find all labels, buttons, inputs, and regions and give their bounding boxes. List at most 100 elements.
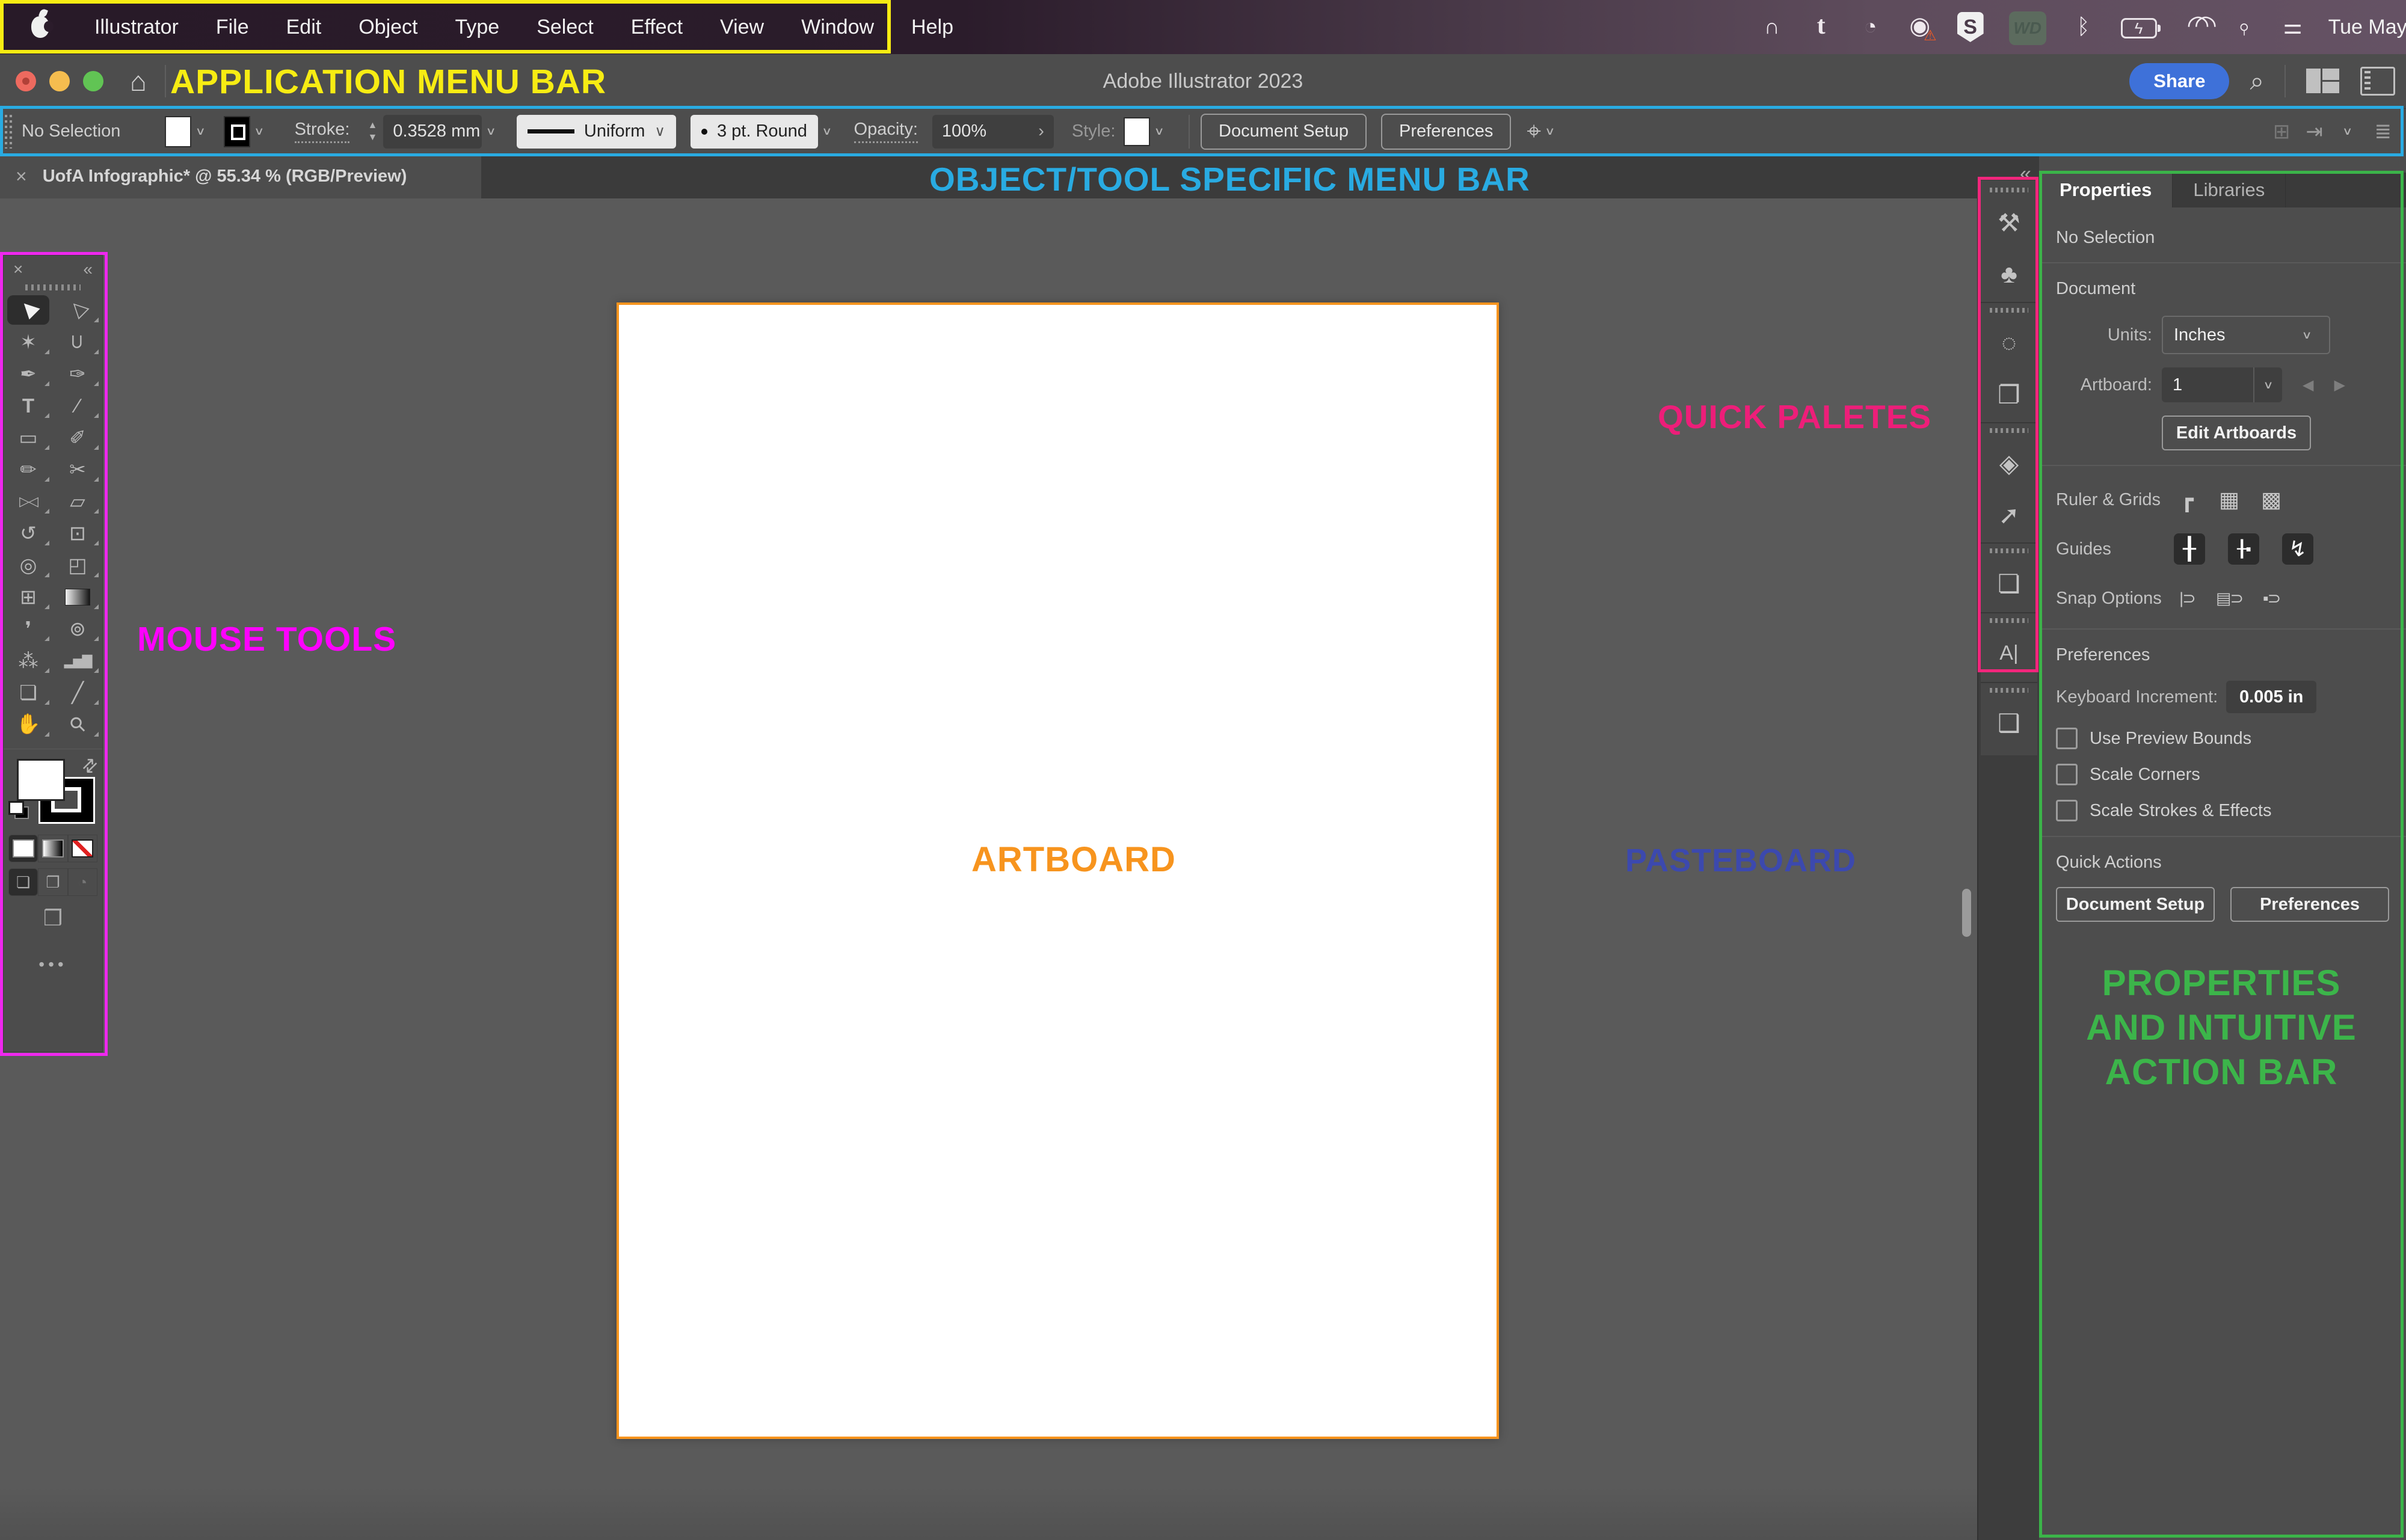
stroke-color-swatch[interactable] [224,115,251,147]
none-button[interactable] [67,835,97,862]
panel-grip[interactable] [25,284,81,290]
gradient-tool[interactable] [53,581,102,613]
home-icon[interactable]: ⌂ [130,65,147,97]
screen-mode-button[interactable]: ❒ [4,906,102,931]
checkbox[interactable] [2056,764,2078,785]
pasteboard[interactable] [0,198,1977,1540]
quick-action-preferences-button[interactable]: Preferences [2230,887,2389,922]
chevron-down-icon[interactable]: ∨ [2342,125,2353,138]
menu-item[interactable]: Edit [286,16,322,38]
brushes-panel-icon[interactable]: ⚒ [1981,183,2037,249]
selection-properties-icon[interactable]: ◌ [1981,302,2037,369]
rotate-tool[interactable]: ↺ [4,517,53,549]
checkbox[interactable] [2056,800,2078,821]
minimize-window-button[interactable] [49,71,70,91]
chevron-down-icon[interactable]: ∨ [1154,125,1165,138]
swap-fill-stroke-icon[interactable]: ⇄ [77,753,103,779]
lock-guides-icon[interactable]: ╂▪ [2228,533,2259,565]
snap-to-grid-icon[interactable]: ▤⊃ [2216,583,2244,614]
hand-tool[interactable]: ✋ [4,708,53,740]
panel-menu-icon[interactable]: ≣ [2375,120,2392,144]
artboards-panel-icon[interactable]: ❐ [1981,369,2037,420]
mesh-tool[interactable]: ⊞ [4,581,53,613]
blend-tool[interactable]: ⊚ [53,613,102,645]
rectangle-tool[interactable]: ▭ [4,422,53,453]
layers-panel-icon[interactable]: ◈ [1981,422,2037,489]
menu-item[interactable]: File [216,16,249,38]
scissors-tool[interactable]: ✂ [53,453,102,485]
transform-panel-icon[interactable]: ❏ [1981,542,2037,610]
spotlight-search-icon[interactable]: ⌕ [2226,9,2261,44]
character-panel-icon[interactable]: A| [1981,612,2037,680]
artboard[interactable] [617,302,1499,1439]
previous-artboard-icon[interactable]: ◀ [2303,376,2313,394]
shape-builder-tool[interactable]: ◎ [4,549,53,581]
slice-tool[interactable]: ╱ [53,676,102,708]
tab-properties[interactable]: Properties [2039,173,2173,207]
width-profile-dropdown[interactable]: Uniform ∨ [516,114,676,149]
stroke-weight-stepper[interactable]: ▲ ▼ [368,120,377,143]
touch-workspace-icon[interactable]: ⊞ [2273,120,2291,144]
gradient-button[interactable] [38,835,68,862]
show-grid-icon[interactable]: ▦ [2216,484,2242,515]
bluetooth-icon[interactable]: ᛒ [2072,14,2096,39]
wifi-icon[interactable]: ◠◠ [2182,10,2217,40]
column-graph-tool[interactable]: ▂▅▇ [53,645,102,676]
menu-item[interactable]: Effect [631,16,683,38]
wd-badge-icon[interactable]: WD [2008,11,2046,45]
next-artboard-icon[interactable]: ▶ [2334,376,2345,394]
menu-item[interactable]: Help [911,16,953,38]
align-options-icon[interactable]: ⌖ [1527,117,1541,146]
draw-normal-button[interactable]: ❏ [8,868,38,896]
pen-tool[interactable]: ✒ [4,358,53,390]
control-center-icon[interactable]: ⚌ [2281,14,2305,39]
menu-item[interactable]: Object [358,16,417,38]
stroke-link[interactable]: Stroke: [294,120,350,143]
symbols-panel-icon[interactable]: ♣ [1981,249,2037,299]
s-shield-icon[interactable]: S [1957,12,1984,42]
shear-tool[interactable]: ▱ [53,485,102,517]
preferences-button[interactable]: Preferences [1381,113,1512,150]
show-rulers-icon[interactable]: ┏ [2174,484,2200,515]
apple-menu-icon[interactable] [31,16,54,38]
perspective-grid-tool[interactable]: ◰ [53,549,102,581]
artboard-dropdown-chevron[interactable]: ∨ [2253,367,2282,402]
arrange-documents-icon[interactable] [2360,67,2395,96]
fill-swatch[interactable] [17,759,65,801]
close-tab-icon[interactable]: × [16,165,27,188]
snap-to-point-icon[interactable]: |⊃ [2174,583,2200,614]
smart-guides-icon[interactable]: ↯ [2282,533,2313,565]
brush-definition-dropdown[interactable]: 3 pt. Round [690,114,818,149]
creative-cloud-warning-icon[interactable]: ◉ [1908,12,1936,44]
edit-toolbar-dots[interactable]: ••• [4,955,102,974]
workspace-switcher-icon[interactable] [2306,69,2340,94]
line-segment-tool[interactable]: ∕ [53,390,102,422]
pencil-tool[interactable]: ✏ [4,453,53,485]
close-window-button[interactable] [16,71,36,91]
lasso-tool[interactable]: ⊃ [53,326,102,358]
chevron-down-icon[interactable]: ∨ [195,125,206,138]
document-setup-button[interactable]: Document Setup [1201,113,1367,150]
checkbox[interactable] [2056,728,2078,749]
menu-item[interactable]: Type [455,16,499,38]
asset-export-panel-icon[interactable]: ➚ [1981,489,2037,540]
direct-selection-tool[interactable]: ▷ [53,294,102,326]
menu-item[interactable]: Window [801,16,874,38]
search-icon[interactable]: ⌕ [2250,67,2264,96]
chevron-down-icon[interactable]: ∨ [1545,125,1555,138]
chevron-down-icon[interactable]: ∨ [254,125,265,138]
edit-artboards-button[interactable]: Edit Artboards [2162,416,2311,450]
appearance-panel-icon[interactable]: ❑ [1981,682,2037,749]
menu-bar-clock[interactable]: Tue May 3 [2328,16,2406,39]
width-tool[interactable]: ▷◁ [4,485,53,517]
snap-to-pixel-icon[interactable]: ▪⊃ [2258,583,2284,614]
type-tool[interactable]: T [4,390,53,422]
menu-item[interactable]: View [720,16,764,38]
color-button[interactable] [8,835,38,862]
zoom-tool[interactable]: ⚲ [53,708,102,740]
free-transform-tool[interactable]: ⊡ [53,517,102,549]
close-panel-icon[interactable]: × [13,260,23,279]
show-guides-icon[interactable]: ╂ [2174,533,2205,565]
chevron-down-icon[interactable]: ∨ [822,125,832,138]
eyedropper-tool[interactable]: ❜ [4,613,53,645]
